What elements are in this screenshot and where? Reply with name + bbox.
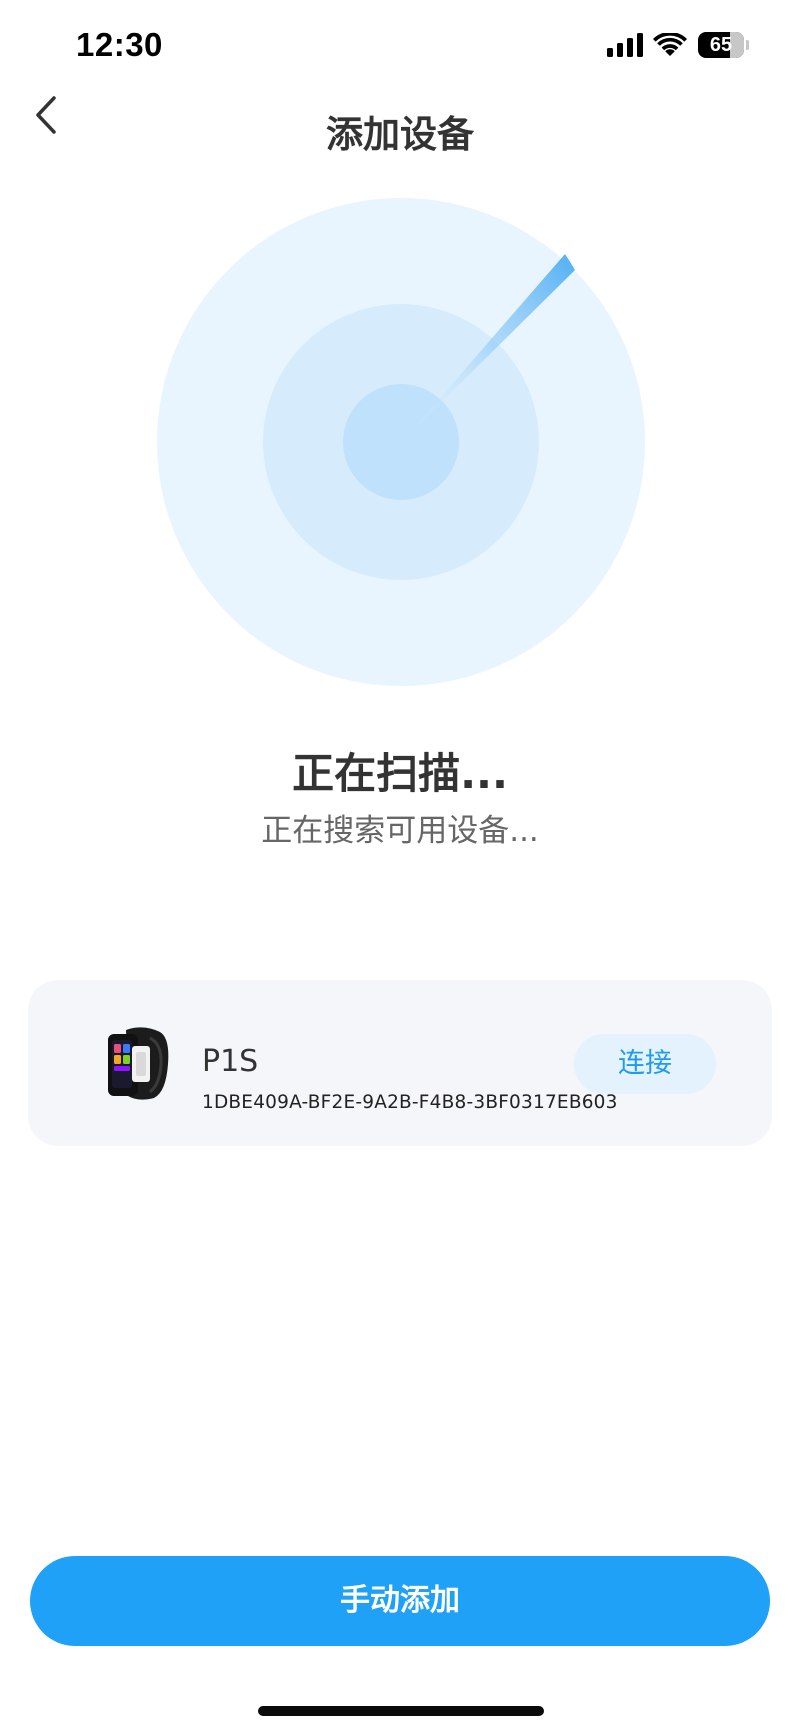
home-indicator <box>258 1706 544 1716</box>
scan-subtitle: 正在搜索可用设备... <box>261 813 539 849</box>
battery-level: 65 <box>709 34 733 56</box>
battery-icon: 65 <box>698 32 750 58</box>
status-bar: 12:30 65 <box>0 0 800 90</box>
wifi-icon <box>653 33 687 56</box>
manual-add-button[interactable]: 手动添加 <box>30 1556 770 1646</box>
status-time: 12:30 <box>76 26 163 63</box>
radar-scan-graphic <box>157 198 645 686</box>
nav-bar: 添加设备 <box>0 90 800 170</box>
device-list-item: P1S 1DBE409A-BF2E-9A2B-F4B8-3BF0317EB603… <box>28 980 772 1146</box>
cellular-signal-icon <box>607 33 643 57</box>
scan-title: 正在扫描... <box>292 749 508 798</box>
smart-band-device-image <box>108 1027 169 1100</box>
page-title: 添加设备 <box>326 113 474 156</box>
connect-button[interactable]: 连接 <box>574 1034 716 1094</box>
device-id: 1DBE409A-BF2E-9A2B-F4B8-3BF0317EB603 <box>202 1092 618 1113</box>
device-name: P1S <box>202 1044 259 1079</box>
